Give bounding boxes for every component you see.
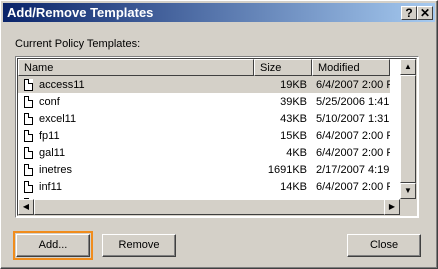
document-icon [24, 163, 33, 176]
file-name: inf11 [39, 180, 63, 193]
list-item[interactable]: gal11 4KB 6/4/2007 2:00 PM [18, 144, 390, 161]
list-item[interactable]: inetres 1691KB 2/17/2007 4:19 PM [18, 161, 390, 178]
file-name: conf [39, 95, 60, 108]
document-icon [24, 95, 33, 108]
add-remove-templates-dialog: Add/Remove Templates ? ✕ Current Policy … [0, 0, 438, 269]
list-item[interactable]: excel11 43KB 5/10/2007 1:31 PM [18, 110, 390, 127]
file-name: fp11 [39, 129, 60, 142]
file-name-cell: conf [18, 95, 254, 108]
list-item[interactable]: fp11 15KB 6/4/2007 2:00 PM [18, 127, 390, 144]
file-size: 4KB [286, 146, 307, 159]
file-size: 1691KB [267, 163, 307, 176]
scroll-up-button[interactable]: ▲ [400, 59, 416, 75]
document-icon [24, 112, 33, 125]
file-size: 15KB [280, 129, 307, 142]
document-icon [24, 129, 33, 142]
add-button[interactable]: Add... [13, 231, 93, 260]
help-button[interactable]: ? [401, 6, 417, 20]
close-window-button[interactable]: ✕ [417, 6, 433, 20]
file-modified: 5/25/2006 1:41 PM [316, 95, 390, 108]
file-modified: 6/4/2007 2:00 PM [316, 180, 390, 193]
vertical-scroll-thumb[interactable] [400, 75, 416, 183]
list-item[interactable]: conf 39KB 5/25/2006 1:41 PM [18, 93, 390, 110]
file-name-cell: fp11 [18, 129, 254, 142]
title-bar[interactable]: Add/Remove Templates ? ✕ [3, 3, 435, 22]
document-icon [24, 180, 33, 193]
file-name-cell: inf11 [18, 180, 254, 193]
file-size: 39KB [280, 95, 307, 108]
list-item[interactable]: access11 19KB 6/4/2007 2:00 PM [18, 76, 390, 93]
horizontal-scroll-thumb[interactable] [34, 199, 398, 215]
vertical-scrollbar[interactable]: ▲ ▼ [400, 59, 416, 199]
column-header-modified[interactable]: Modified [312, 59, 390, 76]
document-icon [24, 146, 33, 159]
close-button[interactable]: Close [347, 234, 421, 257]
file-size: 43KB [280, 112, 307, 125]
file-modified: 2/17/2007 4:19 PM [316, 163, 390, 176]
file-modified: 6/4/2007 2:00 PM [316, 78, 390, 91]
scrollbar-corner [400, 199, 416, 215]
list-header: Name Size Modified [18, 59, 390, 76]
file-size: 14KB [280, 180, 307, 193]
file-name: excel11 [39, 112, 77, 125]
horizontal-scrollbar[interactable]: ◀ ▶ [18, 199, 400, 215]
file-name: gal11 [39, 146, 66, 159]
file-modified: 6/4/2007 2:00 PM [316, 146, 390, 159]
file-modified: 5/10/2007 1:31 PM [316, 112, 390, 125]
templates-list[interactable]: Name Size Modified access11 19KB 6/4/2007 … [15, 56, 419, 218]
document-icon [24, 78, 33, 91]
remove-button[interactable]: Remove [102, 234, 176, 257]
file-name-cell: excel11 [18, 112, 254, 125]
column-header-name[interactable]: Name [18, 59, 254, 76]
list-rows: access11 19KB 6/4/2007 2:00 PM conf 39KB 5/25… [18, 76, 390, 212]
file-name-cell: inetres [18, 163, 254, 176]
list-item[interactable]: inf11 14KB 6/4/2007 2:00 PM [18, 178, 390, 195]
templates-label: Current Policy Templates: [15, 38, 141, 50]
file-name-cell: gal11 [18, 146, 254, 159]
file-size: 19KB [280, 78, 307, 91]
dialog-title: Add/Remove Templates [7, 5, 154, 20]
scroll-right-button[interactable]: ▶ [384, 199, 400, 215]
file-name: inetres [39, 163, 73, 176]
file-modified: 6/4/2007 2:00 PM [316, 129, 390, 142]
scroll-down-button[interactable]: ▼ [400, 183, 416, 199]
file-name: access11 [39, 78, 85, 91]
column-header-size[interactable]: Size [254, 59, 312, 76]
scroll-left-button[interactable]: ◀ [18, 199, 34, 215]
file-name-cell: access11 [18, 78, 254, 91]
